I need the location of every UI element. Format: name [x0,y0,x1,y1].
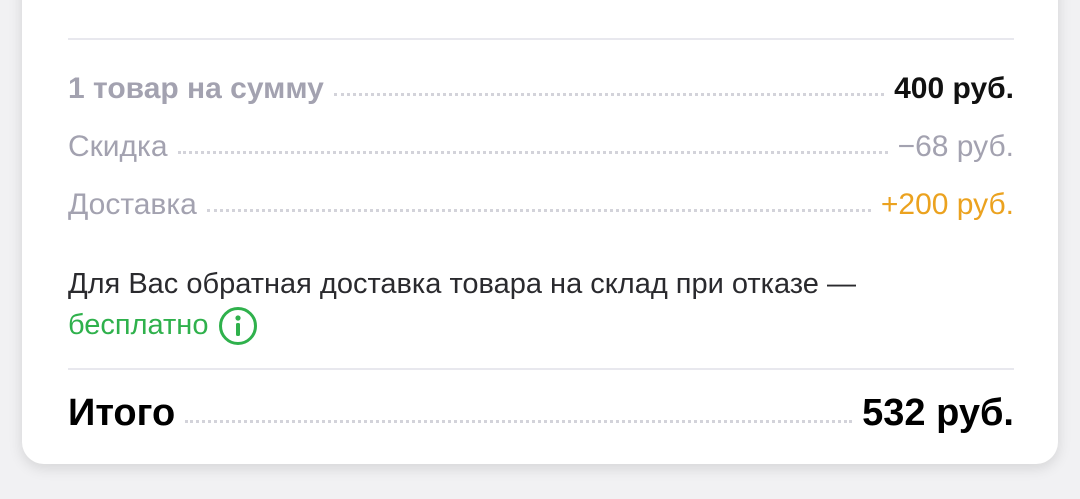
discount-row: Скидка −68 руб. [68,130,1014,164]
return-delivery-note: Для Вас обратная доставка товара на скла… [68,264,1028,346]
items-total-value: 400 руб. [894,72,1014,105]
grand-total-label: Итого [68,392,176,434]
delivery-value: +200 руб. [880,188,1014,221]
info-icon[interactable] [218,306,258,346]
return-note-text: Для Вас обратная доставка товара на скла… [68,268,856,300]
dot-leader [206,209,871,212]
free-label: бесплатно [68,309,209,341]
discount-label: Скидка [68,130,168,163]
dot-leader [185,420,853,423]
items-total-row: 1 товар на сумму 400 руб. [68,72,1014,106]
order-summary-card: 1 товар на сумму 400 руб. Скидка −68 руб… [22,0,1058,464]
delivery-label: Доставка [68,188,197,221]
items-total-label: 1 товар на сумму [68,72,324,105]
dot-leader [333,93,885,96]
dot-leader [177,151,888,154]
free-line: бесплатно [68,305,1028,346]
grand-total-row: Итого 532 руб. [68,392,1014,435]
discount-value: −68 руб. [897,130,1014,163]
grand-total-value: 532 руб. [862,392,1014,434]
delivery-row: Доставка +200 руб. [68,188,1014,222]
bottom-divider [68,368,1014,370]
top-divider [68,38,1014,40]
